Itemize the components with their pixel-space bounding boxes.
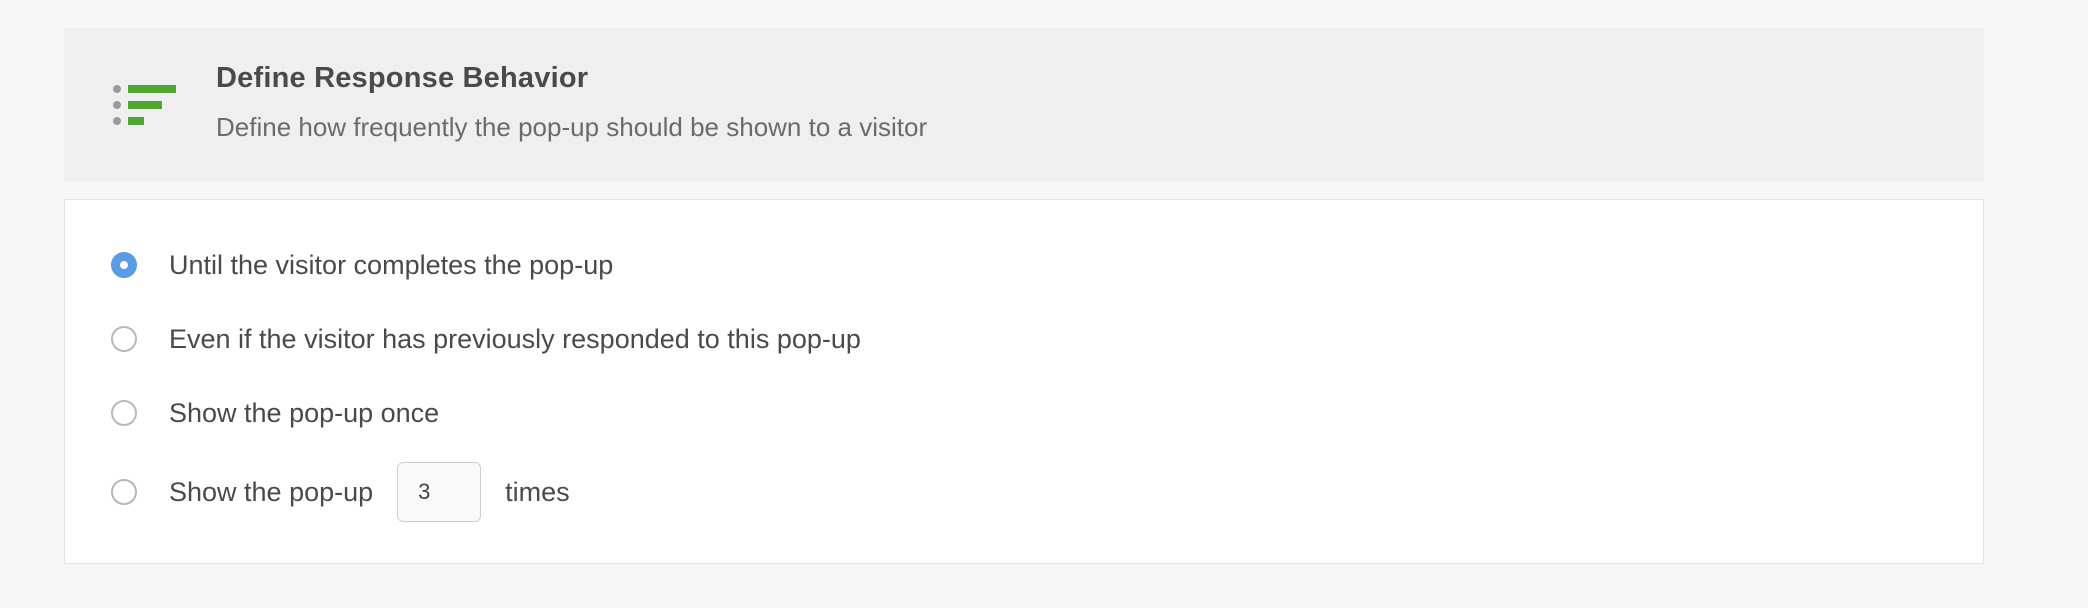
section-title: Define Response Behavior bbox=[216, 62, 589, 94]
option-show-n-times[interactable]: Show the pop-up times bbox=[111, 462, 570, 522]
times-count-input[interactable] bbox=[397, 462, 482, 522]
times-suffix-label: times bbox=[505, 476, 570, 507]
option-show-n-times-label: Show the pop-up bbox=[169, 476, 374, 507]
radio-show-once[interactable] bbox=[111, 400, 137, 426]
section-subtitle: Define how frequently the pop-up should … bbox=[216, 112, 928, 142]
option-until-complete-label: Until the visitor completes the pop-up bbox=[169, 249, 614, 280]
option-even-if-responded[interactable]: Even if the visitor has previously respo… bbox=[111, 318, 861, 360]
response-behavior-page: Define Response Behavior Define how freq… bbox=[0, 0, 2088, 608]
response-frequency-icon bbox=[113, 85, 176, 125]
option-show-once-label: Show the pop-up once bbox=[169, 397, 440, 428]
response-options-card: Until the visitor completes the pop-up E… bbox=[64, 199, 1984, 564]
radio-show-n-times[interactable] bbox=[111, 479, 137, 505]
option-until-complete[interactable]: Until the visitor completes the pop-up bbox=[111, 244, 613, 286]
radio-until-complete[interactable] bbox=[111, 252, 137, 278]
response-behavior-header: Define Response Behavior Define how freq… bbox=[64, 28, 1984, 182]
option-even-if-responded-label: Even if the visitor has previously respo… bbox=[169, 323, 861, 354]
radio-even-if-responded[interactable] bbox=[111, 326, 137, 352]
option-show-once[interactable]: Show the pop-up once bbox=[111, 392, 439, 434]
